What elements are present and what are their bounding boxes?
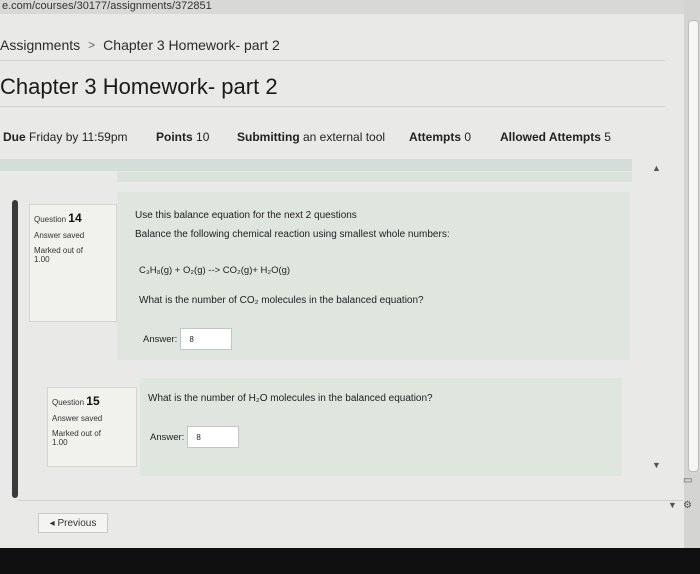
question-prompt: What is the number of CO₂ molecules in t… (139, 295, 424, 306)
breadcrumb: Assignments > Chapter 3 Homework- part 2 (0, 37, 280, 53)
left-scroll-indicator[interactable] (12, 200, 18, 498)
tool-header-strip (117, 172, 632, 182)
question-14-info: Question 14 Answer saved Marked out of 1.… (29, 204, 117, 322)
attempts: Attempts 0 (409, 130, 472, 144)
divider (0, 60, 665, 61)
answer-input-q15[interactable]: 8 (187, 426, 240, 448)
breadcrumb-current: Chapter 3 Homework- part 2 (103, 37, 280, 53)
question-14-body: Use this balance equation for the next 2… (117, 192, 630, 360)
previous-button[interactable]: ◂ Previous (38, 513, 108, 533)
answer-status: Answer saved (52, 414, 103, 423)
window-icon[interactable]: ▭ (683, 475, 692, 486)
gear-icon[interactable]: ⚙ (683, 500, 692, 511)
taskbar-strip (0, 548, 700, 574)
answer-status: Answer saved (34, 231, 85, 240)
divider (0, 106, 665, 107)
answer-row: Answer: 8 (143, 328, 233, 350)
answer-row: Answer: 8 (150, 426, 240, 448)
scroll-down-arrow-icon[interactable]: ▼ (668, 500, 677, 510)
divider (18, 500, 683, 501)
question-15-body: What is the number of H₂O molecules in t… (140, 378, 622, 476)
scroll-down-arrow-icon[interactable]: ▼ (652, 460, 661, 470)
due-date: Due Friday by 11:59pm (3, 130, 128, 144)
question-instruction: Balance the following chemical reaction … (135, 229, 450, 240)
chemical-equation: C₃H₈(g) + O₂(g) --> CO₂(g)+ H₂O(g) (139, 265, 291, 276)
submitting-type: Submitting an external tool (237, 130, 386, 144)
browser-scrollbar-thumb[interactable] (688, 20, 699, 472)
question-number: Question 14 (34, 211, 82, 225)
chevron-right-icon: > (88, 38, 96, 52)
points: Points 10 (156, 130, 210, 144)
question-intro: Use this balance equation for the next 2… (135, 210, 357, 221)
browser-url-bar[interactable]: e.com/courses/30177/assignments/372851 (0, 0, 700, 14)
answer-label: Answer: (150, 431, 185, 443)
answer-input-q14[interactable]: 8 (180, 328, 233, 350)
question-number: Question 15 (52, 394, 100, 408)
question-prompt: What is the number of H₂O molecules in t… (148, 393, 433, 404)
marked-out-of: Marked out of 1.00 (52, 429, 101, 447)
answer-label: Answer: (143, 333, 178, 345)
allowed-attempts: Allowed Attempts 5 (500, 130, 611, 144)
question-15-info: Question 15 Answer saved Marked out of 1.… (47, 387, 137, 467)
tool-header-bar (0, 159, 632, 171)
breadcrumb-assignments-link[interactable]: Assignments (0, 37, 80, 53)
marked-out-of: Marked out of 1.00 (34, 246, 83, 264)
page-title: Chapter 3 Homework- part 2 (0, 74, 278, 99)
scroll-up-arrow-icon[interactable]: ▲ (652, 163, 661, 173)
